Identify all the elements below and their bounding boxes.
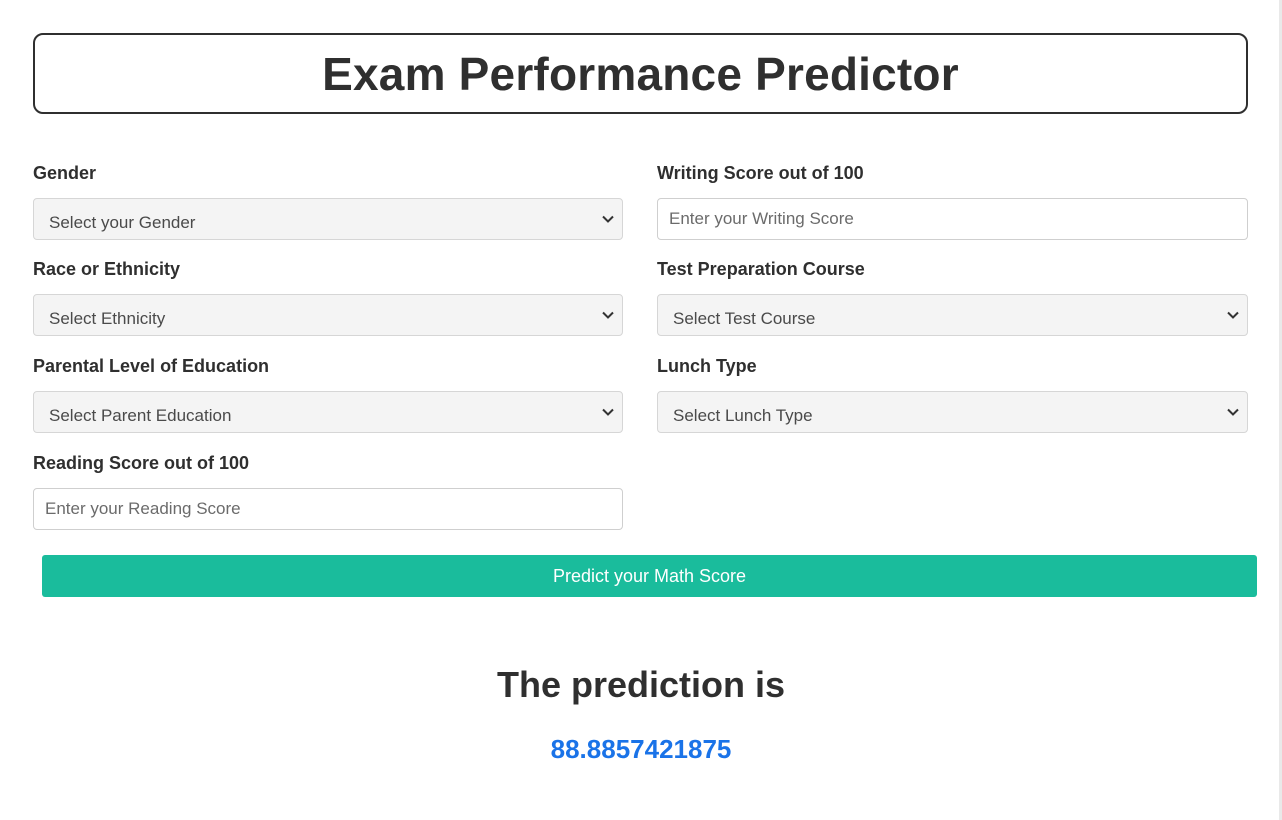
lunch-select[interactable]: Select Lunch Type — [657, 391, 1248, 433]
test-prep-select[interactable]: Select Test Course — [657, 294, 1248, 336]
writing-score-label: Writing Score out of 100 — [657, 163, 864, 183]
chevron-down-icon — [602, 311, 614, 319]
parent-education-select[interactable]: Select Parent Education — [33, 391, 623, 433]
page: Exam Performance Predictor Gender Select… — [0, 0, 1282, 820]
reading-score-input[interactable] — [34, 489, 622, 529]
chevron-down-icon — [602, 408, 614, 416]
ethnicity-select[interactable]: Select Ethnicity — [33, 294, 623, 336]
lunch-label: Lunch Type — [657, 356, 757, 376]
writing-score-input[interactable] — [658, 199, 1247, 239]
writing-score-field: Writing Score out of 100 — [657, 162, 1248, 240]
prediction-value: 88.8857421875 — [550, 734, 732, 764]
ethnicity-select-value: Select Ethnicity — [49, 309, 166, 328]
reading-score-field: Reading Score out of 100 — [33, 452, 623, 530]
chevron-down-icon — [1227, 311, 1239, 319]
parent-education-field: Parental Level of Education Select Paren… — [33, 355, 623, 433]
writing-score-input-wrapper — [657, 198, 1248, 240]
test-prep-select-value: Select Test Course — [673, 309, 816, 328]
gender-field: Gender Select your Gender — [33, 162, 623, 240]
lunch-field: Lunch Type Select Lunch Type — [657, 355, 1248, 433]
title-banner: Exam Performance Predictor — [33, 33, 1248, 114]
chevron-down-icon — [602, 215, 614, 223]
gender-select-value: Select your Gender — [49, 213, 196, 232]
parent-education-label: Parental Level of Education — [33, 356, 270, 376]
parent-education-select-value: Select Parent Education — [49, 406, 232, 425]
page-title: Exam Performance Predictor — [322, 47, 959, 100]
ethnicity-label: Race or Ethnicity — [33, 259, 181, 279]
lunch-select-value: Select Lunch Type — [673, 406, 813, 425]
chevron-down-icon — [1227, 408, 1239, 416]
reading-score-label: Reading Score out of 100 — [33, 453, 250, 473]
test-prep-field: Test Preparation Course Select Test Cour… — [657, 258, 1248, 336]
gender-select[interactable]: Select your Gender — [33, 198, 623, 240]
reading-score-input-wrapper — [33, 488, 623, 530]
test-prep-label: Test Preparation Course — [657, 259, 865, 279]
result-heading: The prediction is — [496, 664, 786, 705]
predict-button[interactable]: Predict your Math Score — [42, 555, 1257, 597]
gender-label: Gender — [33, 163, 97, 183]
ethnicity-field: Race or Ethnicity Select Ethnicity — [33, 258, 623, 336]
